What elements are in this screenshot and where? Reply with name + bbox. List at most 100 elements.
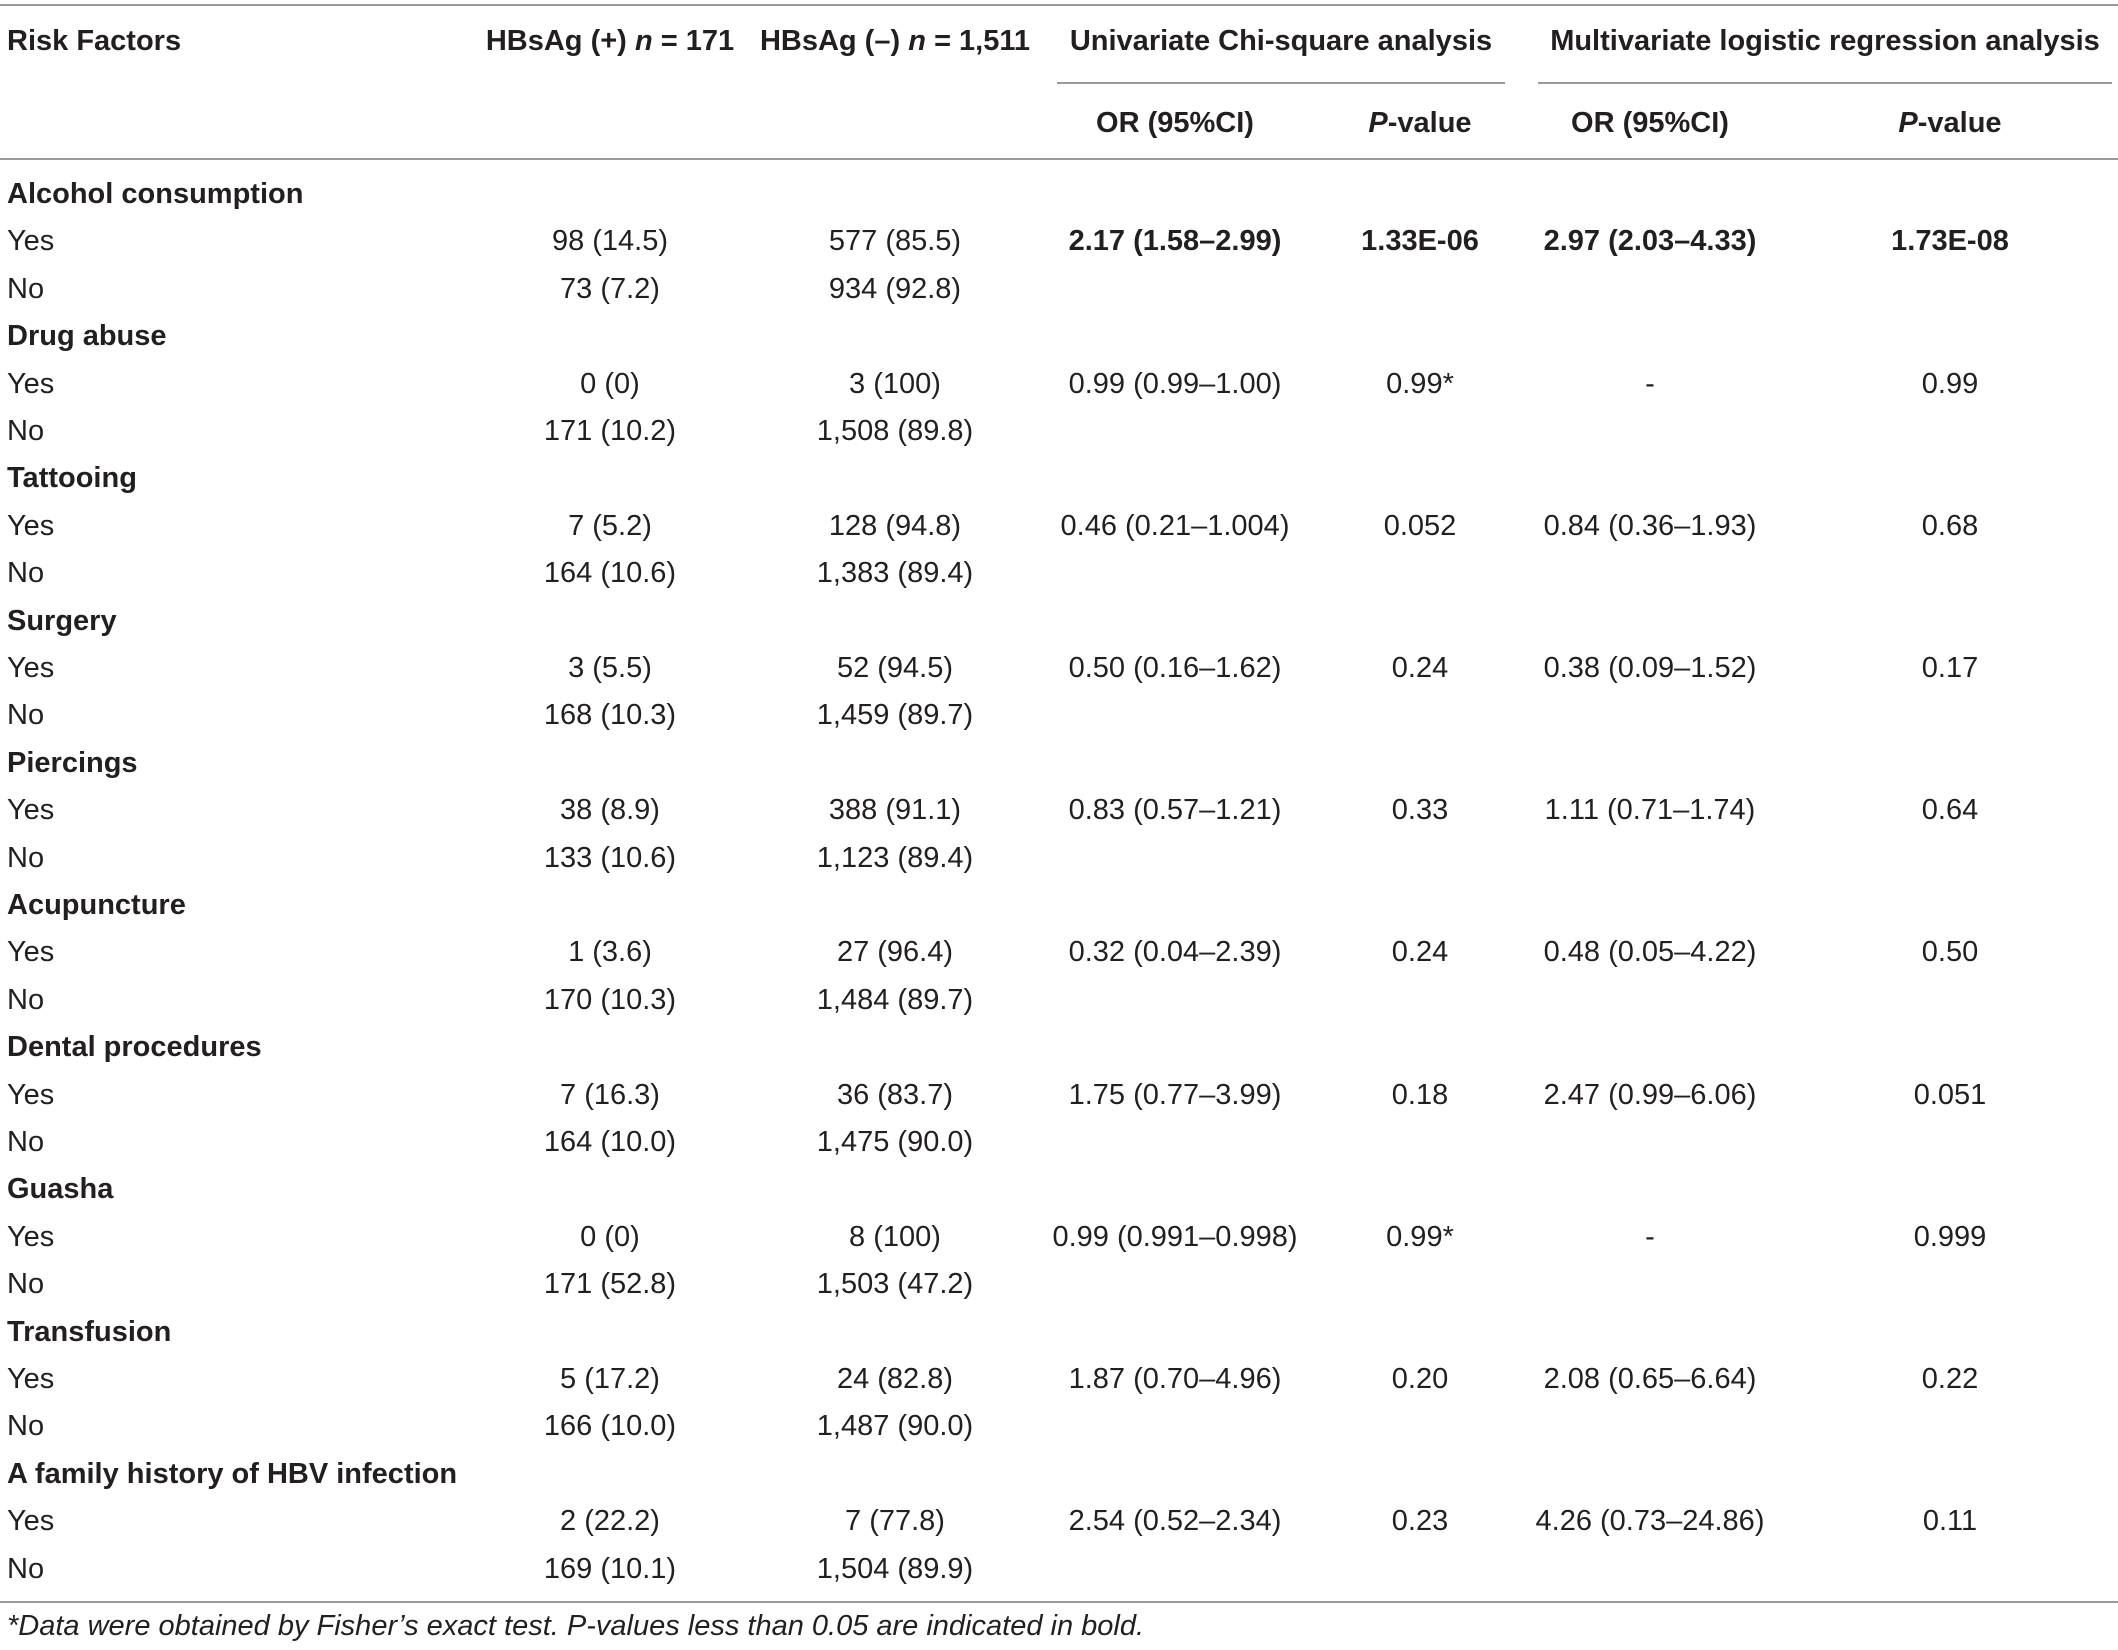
risk-factor-group-title: Tattooing	[7, 462, 137, 495]
cell-p-univariate: 1.33E-06	[1361, 225, 1479, 258]
header-p-multi-rest: -value	[1917, 107, 2002, 139]
risk-factor-group-title: Acupuncture	[7, 889, 186, 921]
cell-p-univariate: 0.18	[1391, 1078, 1449, 1111]
row-label-no: No	[7, 1410, 45, 1443]
cell-p-multivariate: 0.17	[1921, 652, 1979, 684]
cell-p-univariate: 0.99*	[1386, 367, 1454, 400]
header-p-uni-italic: P	[1368, 107, 1388, 139]
cell-p-univariate: 0.20	[1391, 1363, 1449, 1395]
cell-hbsag-negative: 7 (77.8)	[845, 1505, 945, 1538]
row-label-no: No	[7, 415, 45, 447]
cell-p-multivariate: 0.22	[1921, 1363, 1979, 1395]
header-risk-factors: Risk Factors	[7, 25, 182, 57]
header-neg-n: n	[908, 25, 926, 57]
risk-factor-group-title: A family history of HBV infection	[7, 1457, 458, 1490]
row-label-yes: Yes	[7, 936, 55, 969]
header-hbsag-positive: HBsAg (+) n = 171	[470, 23, 750, 59]
risk-factor-group-title: Alcohol consumption	[7, 178, 304, 210]
row-label-no: No	[7, 1126, 45, 1158]
cell-hbsag-negative: 577 (85.5)	[828, 225, 962, 258]
row-label-yes: Yes	[7, 1505, 55, 1538]
cell-hbsag-negative: 8 (100)	[849, 1220, 941, 1253]
header-univariate: Univariate Chi-square analysis	[1069, 25, 1493, 57]
cell-hbsag-positive: 166 (10.0)	[543, 1410, 677, 1443]
risk-factor-group-title: Piercings	[7, 746, 138, 779]
row-label-yes: Yes	[7, 1363, 55, 1395]
header-pos-n: n	[634, 25, 653, 57]
cell-hbsag-positive: 133 (10.6)	[543, 841, 677, 874]
header-hbsag-negative: HBsAg (–) n = 1,511	[750, 23, 1040, 59]
cell-hbsag-negative: 1,503 (47.2)	[816, 1268, 974, 1301]
cell-hbsag-positive: 171 (52.8)	[543, 1268, 677, 1301]
cell-p-multivariate: 1.73E-08	[1891, 225, 2009, 258]
row-label-no: No	[7, 557, 45, 590]
cell-hbsag-negative: 52 (94.5)	[836, 652, 954, 684]
cell-hbsag-positive: 168 (10.3)	[543, 699, 677, 732]
header-or-univariate: OR (95%CI)	[1096, 107, 1254, 139]
cell-p-multivariate: 0.051	[1913, 1078, 1987, 1111]
cell-or-univariate: 0.50 (0.16–1.62)	[1068, 652, 1282, 684]
cell-hbsag-positive: 0 (0)	[580, 367, 640, 400]
cell-hbsag-negative: 128 (94.8)	[828, 509, 962, 542]
cell-hbsag-negative: 1,459 (89.7)	[816, 699, 974, 732]
row-label-yes: Yes	[7, 225, 55, 258]
cell-hbsag-positive: 38 (8.9)	[560, 794, 660, 827]
cell-p-univariate: 0.23	[1391, 1505, 1449, 1538]
cell-hbsag-negative: 1,484 (89.7)	[816, 983, 974, 1016]
header-p-uni-rest: -value	[1387, 107, 1472, 139]
cell-hbsag-positive: 170 (10.3)	[543, 983, 677, 1016]
cell-hbsag-positive: 73 (7.2)	[560, 272, 660, 305]
header-or-multivariate: OR (95%CI)	[1571, 107, 1729, 139]
cell-hbsag-negative: 1,504 (89.9)	[816, 1552, 974, 1585]
cell-hbsag-positive: 0 (0)	[580, 1220, 640, 1253]
cell-or-multivariate: 2.08 (0.65–6.64)	[1543, 1363, 1757, 1395]
cell-or-univariate: 0.99 (0.99–1.00)	[1068, 367, 1282, 400]
cell-p-univariate: 0.33	[1391, 794, 1449, 827]
cell-hbsag-negative: 24 (82.8)	[836, 1363, 954, 1395]
row-label-no: No	[7, 1552, 45, 1585]
cell-p-univariate: 0.24	[1391, 652, 1449, 684]
cell-or-univariate: 1.87 (0.70–4.96)	[1068, 1363, 1282, 1395]
risk-factor-group-title: Dental procedures	[7, 1031, 262, 1064]
cell-or-univariate: 0.99 (0.991–0.998)	[1052, 1220, 1298, 1253]
risk-factor-group-title: Surgery	[7, 604, 117, 637]
cell-p-multivariate: 0.99	[1921, 367, 1979, 400]
cell-p-univariate: 0.24	[1391, 936, 1449, 969]
cell-hbsag-positive: 98 (14.5)	[551, 225, 669, 258]
row-label-yes: Yes	[7, 652, 55, 684]
cell-or-multivariate: -	[1645, 1220, 1655, 1253]
row-label-yes: Yes	[7, 1078, 55, 1111]
cell-or-univariate: 0.32 (0.04–2.39)	[1068, 936, 1282, 969]
table-top-rule	[0, 4, 2118, 6]
cell-hbsag-positive: 7 (5.2)	[568, 509, 652, 542]
cell-hbsag-negative: 1,475 (90.0)	[816, 1126, 974, 1158]
cell-hbsag-positive: 2 (22.2)	[560, 1505, 660, 1538]
cell-hbsag-negative: 1,123 (89.4)	[816, 841, 974, 874]
cell-hbsag-negative: 3 (100)	[849, 367, 941, 400]
risk-factor-group-title: Guasha	[7, 1173, 114, 1206]
row-label-no: No	[7, 272, 45, 305]
row-label-no: No	[7, 983, 45, 1016]
header-p-multivariate: P-value	[1850, 105, 2050, 141]
header-neg-label: HBsAg (–)	[759, 25, 901, 57]
cell-hbsag-positive: 5 (17.2)	[560, 1363, 660, 1395]
cell-or-multivariate: 2.97 (2.03–4.33)	[1543, 225, 1757, 258]
cell-or-univariate: 0.46 (0.21–1.004)	[1060, 509, 1290, 542]
header-pos-label: HBsAg (+)	[485, 25, 627, 57]
cell-hbsag-positive: 1 (3.6)	[568, 936, 652, 969]
cell-hbsag-positive: 171 (10.2)	[543, 415, 677, 447]
row-label-yes: Yes	[7, 794, 55, 827]
cell-p-multivariate: 0.999	[1913, 1220, 1987, 1253]
cell-or-multivariate: -	[1645, 367, 1655, 400]
header-p-multi-italic: P	[1898, 107, 1918, 139]
header-multivariate: Multivariate logistic regression analysi…	[1550, 25, 2100, 57]
cell-hbsag-negative: 1,383 (89.4)	[816, 557, 974, 590]
cell-or-univariate: 0.83 (0.57–1.21)	[1068, 794, 1282, 827]
cell-p-univariate: 0.052	[1383, 509, 1457, 542]
header-p-univariate: P-value	[1320, 105, 1520, 141]
cell-hbsag-positive: 164 (10.0)	[543, 1126, 677, 1158]
header-bottom-rule	[0, 158, 2118, 160]
cell-hbsag-positive: 7 (16.3)	[560, 1078, 660, 1111]
row-label-no: No	[7, 1268, 45, 1301]
header-pos-n-value: = 171	[660, 25, 735, 57]
